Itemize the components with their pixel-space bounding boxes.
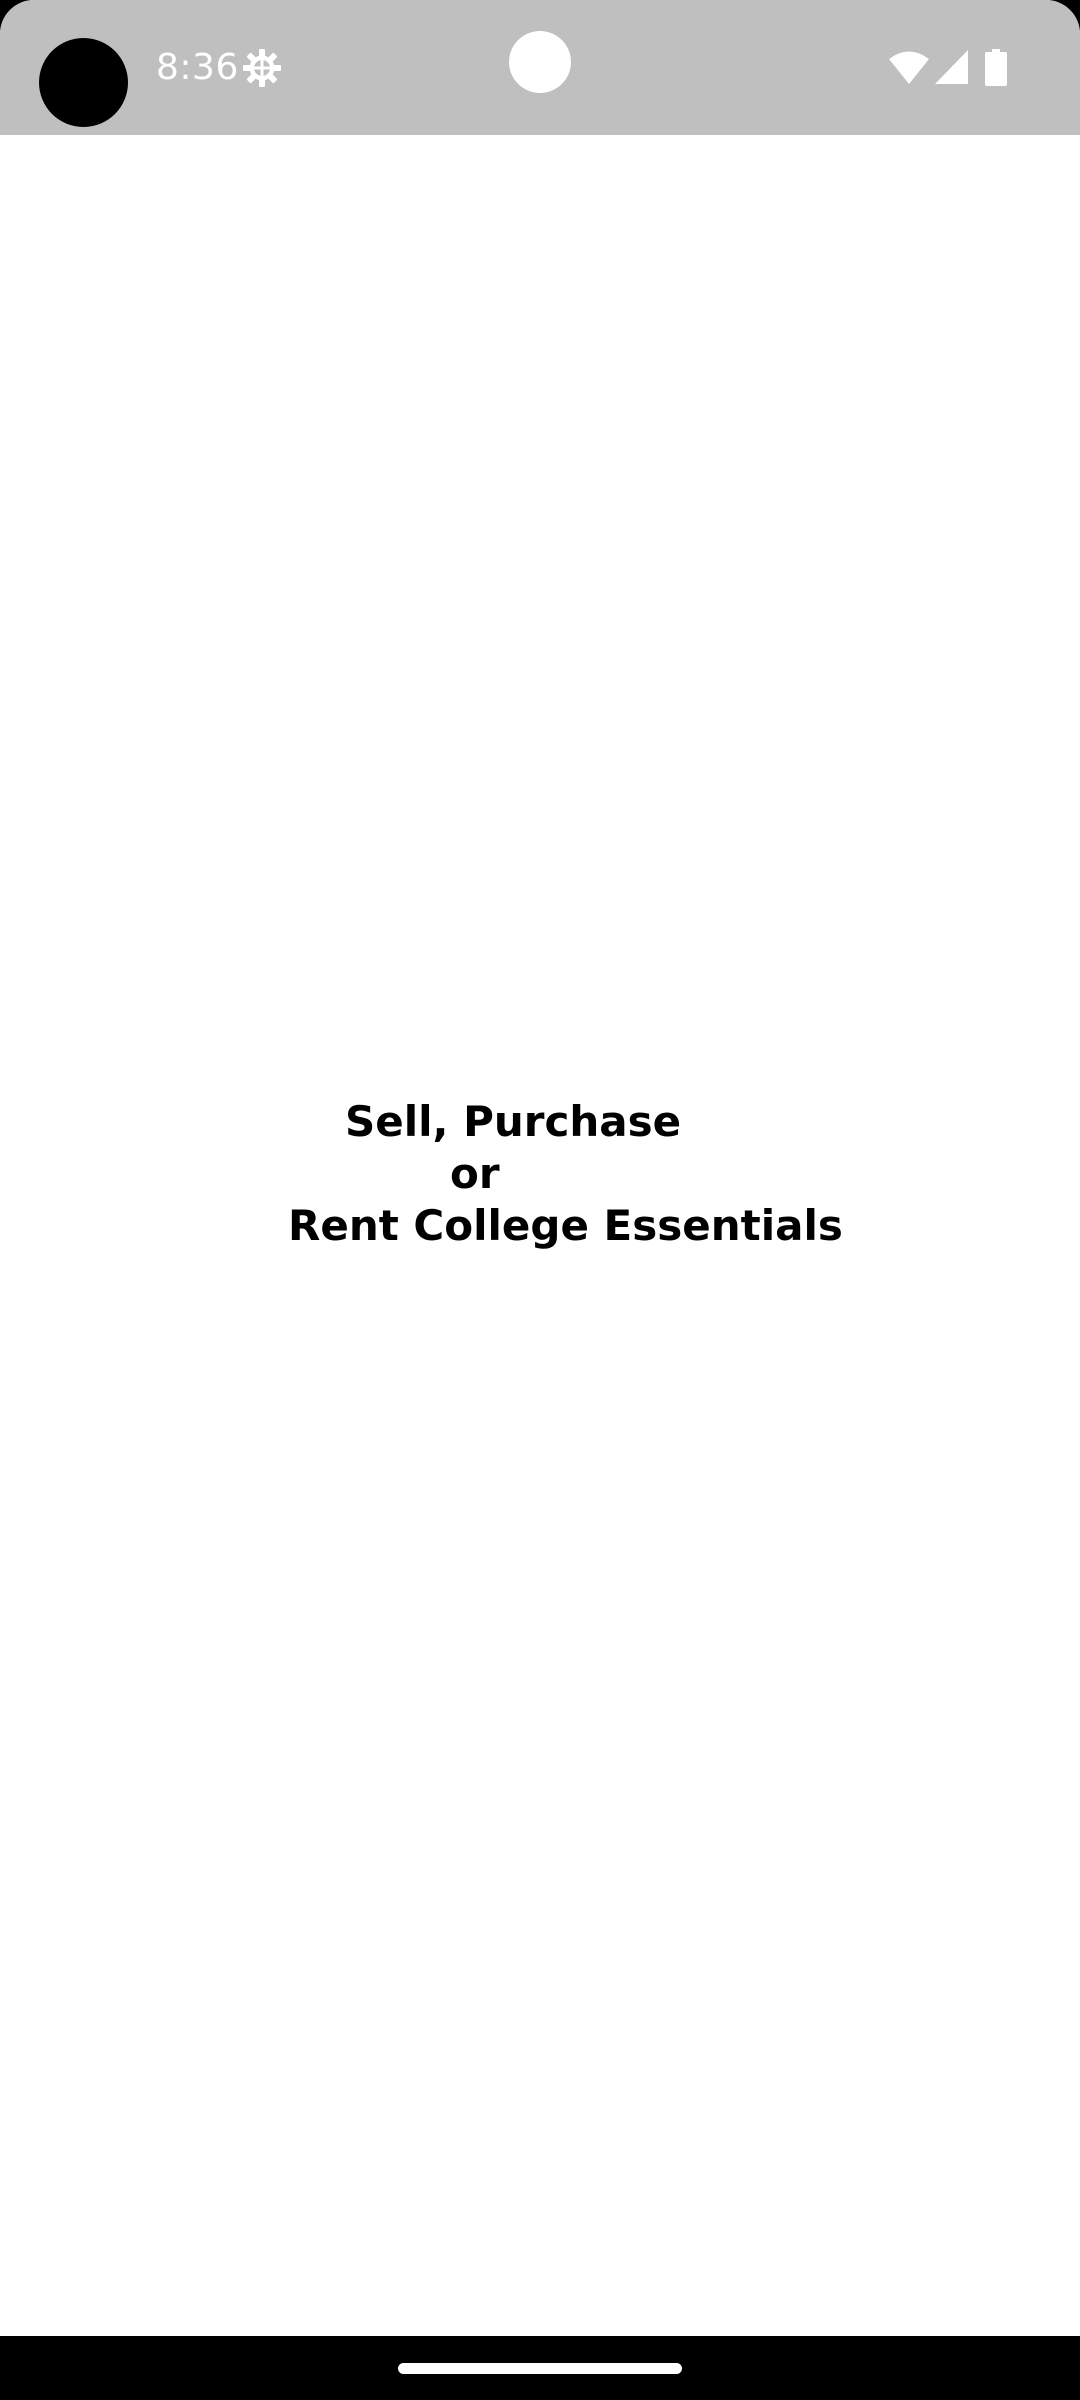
- home-indicator[interactable]: [398, 2363, 682, 2374]
- tagline-line-1: Sell, Purchase: [345, 1097, 682, 1146]
- status-time: 8:36: [156, 47, 239, 88]
- cellular-signal-icon: [935, 50, 968, 84]
- tagline-line-2: or: [450, 1149, 500, 1198]
- app-screen: 8:36 Sell, Purchase or Rent College Esse…: [0, 0, 1080, 2400]
- settings-icon: [242, 48, 282, 88]
- splash-tagline: Sell, Purchase or Rent College Essential…: [0, 1096, 1080, 1266]
- navigation-bar: [0, 2336, 1080, 2400]
- tagline-line-3: Rent College Essentials: [288, 1201, 843, 1250]
- wifi-icon: [889, 50, 929, 84]
- front-sensor: [509, 31, 571, 93]
- status-bar: 8:36: [0, 0, 1080, 135]
- battery-icon: [985, 49, 1007, 86]
- camera-cutout: [39, 38, 128, 127]
